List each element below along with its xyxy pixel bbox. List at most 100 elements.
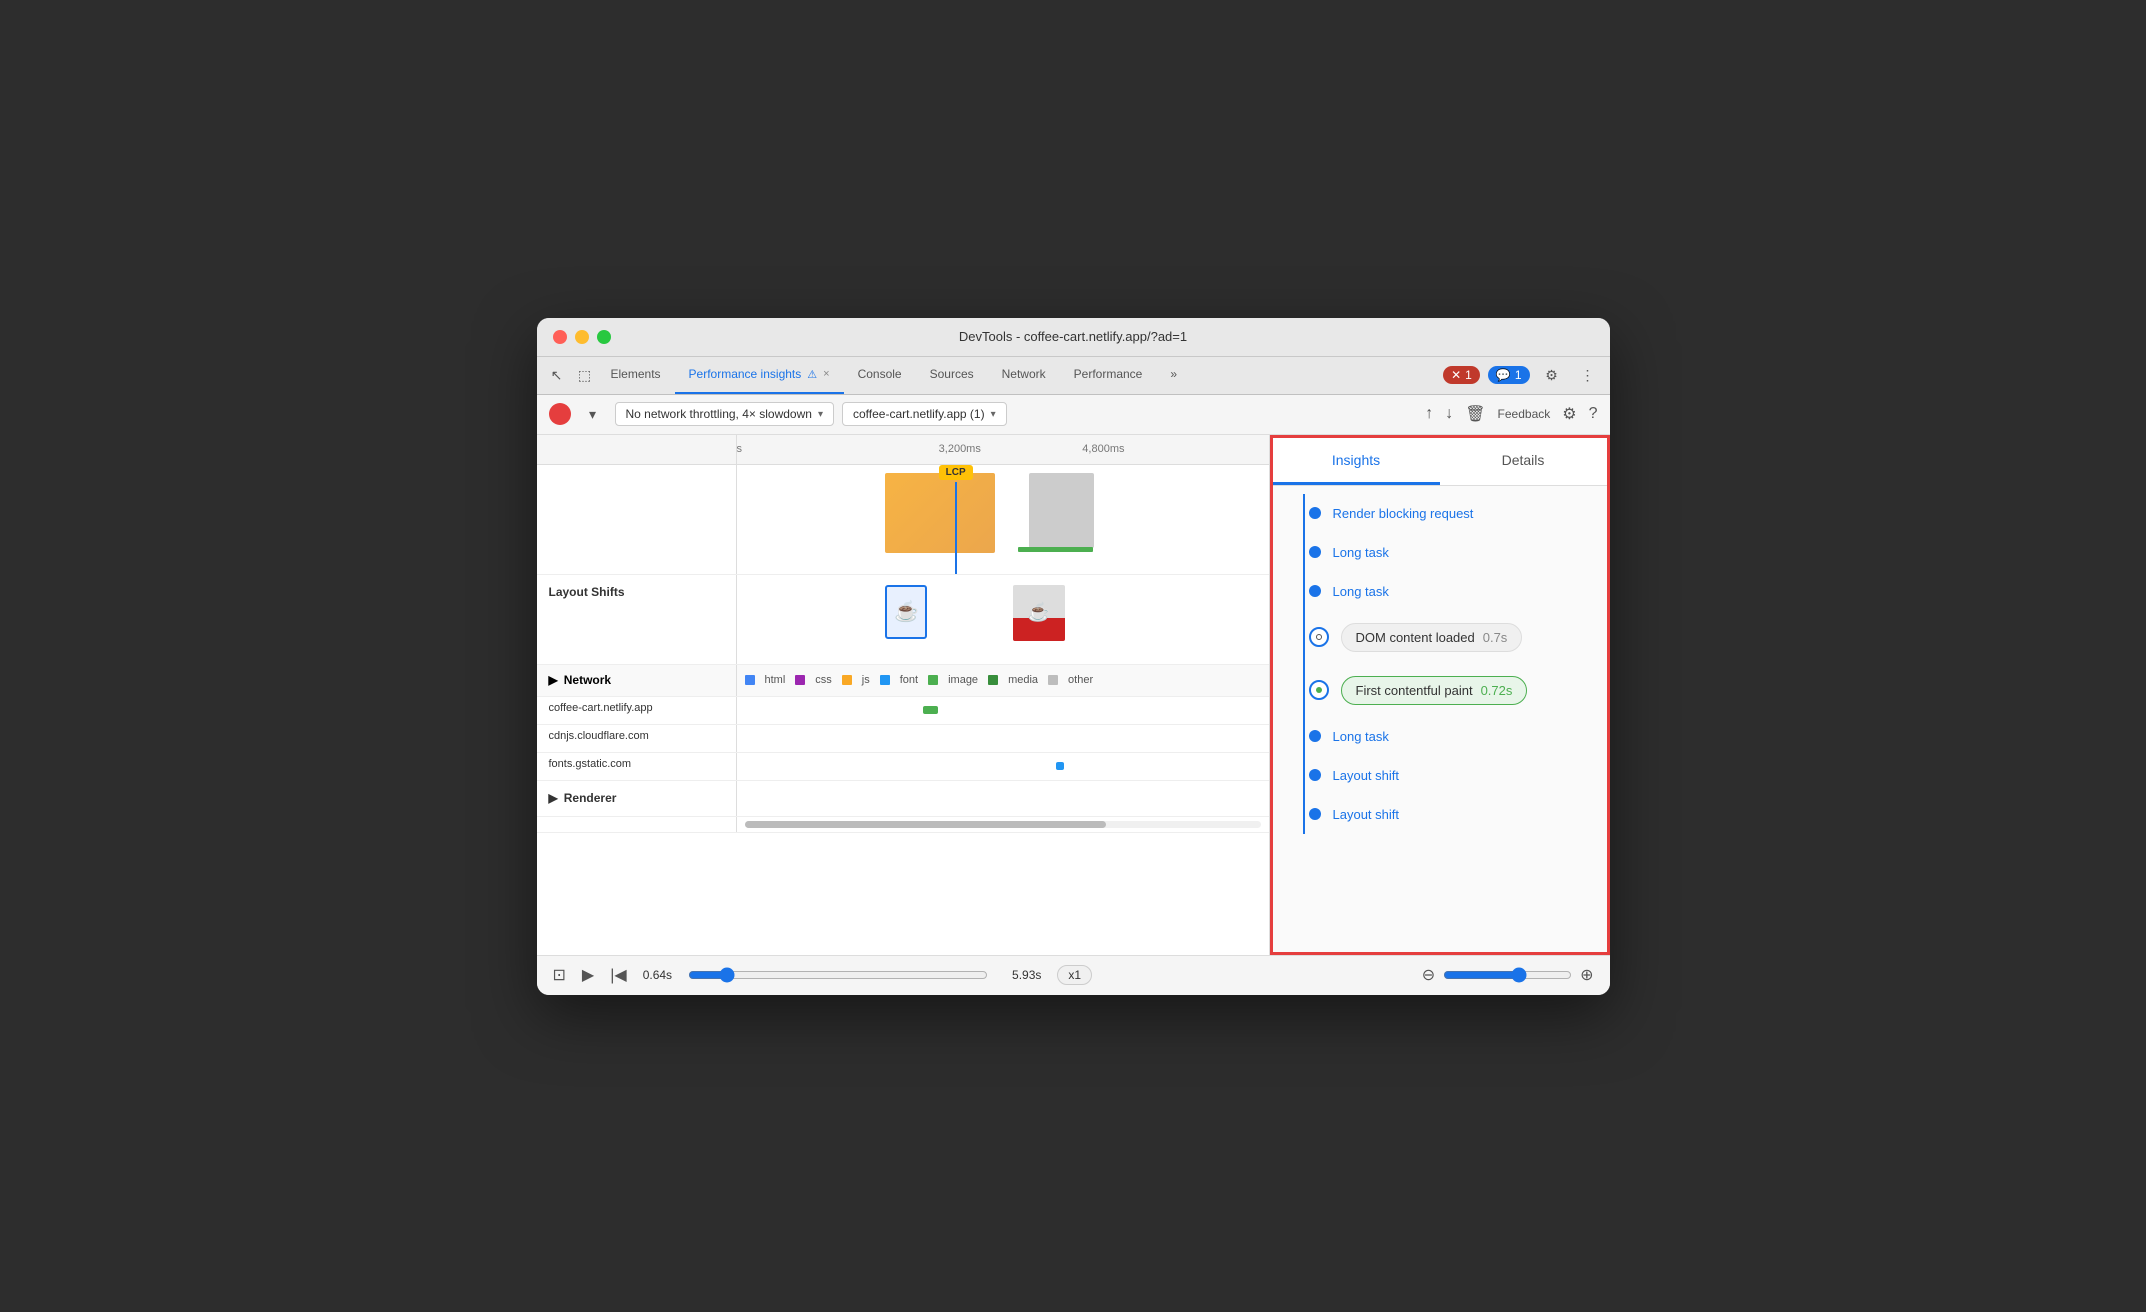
legend-js-dot [842, 675, 852, 685]
window-title: DevTools - coffee-cart.netlify.app/?ad=1 [959, 329, 1187, 344]
insights-tabs: Insights Details [1273, 438, 1607, 486]
upload-icon[interactable]: ↑ [1425, 405, 1433, 423]
tab-insights[interactable]: Insights [1273, 438, 1440, 485]
delete-icon[interactable]: 🗑 [1465, 404, 1485, 424]
green-bar [1018, 547, 1093, 552]
chat-icon: 💬 [1496, 368, 1511, 382]
insight-dot-7 [1309, 769, 1321, 781]
tab-network[interactable]: Network [988, 356, 1060, 394]
tab-elements[interactable]: Elements [597, 356, 675, 394]
timeline-body: LCP Layout Shifts [537, 465, 1269, 955]
minimize-button[interactable] [575, 330, 589, 344]
fcp-value: 0.72s [1481, 683, 1513, 698]
tab-overflow[interactable]: » [1156, 356, 1191, 394]
tab-warning-icon: ⚠ [807, 368, 817, 381]
legend-html-label: html [765, 674, 786, 686]
insight-item-long-task-1: Long task [1293, 533, 1587, 572]
play-icon[interactable]: ▶ [582, 965, 594, 985]
chat-badge[interactable]: 💬 1 [1488, 366, 1530, 384]
insights-timeline-container: Render blocking request Long task Long t… [1273, 494, 1607, 834]
throttle-dropdown[interactable]: No network throttling, 4× slowdown ▾ [615, 402, 834, 426]
network-expand-icon[interactable]: ▶ [549, 673, 558, 687]
time-end: 5.93s [1012, 968, 1041, 982]
fcp-circle-inner [1316, 687, 1322, 693]
insight-item-layout-shift-1: Layout shift [1293, 756, 1587, 795]
cursor-icon[interactable]: ↖ [545, 363, 569, 387]
network-bar-font-1 [1056, 762, 1064, 770]
zoom-slider[interactable] [1443, 967, 1572, 983]
skip-to-start-icon[interactable]: |◀ [610, 965, 626, 985]
scrollbar-track[interactable] [745, 821, 1261, 828]
insight-circle-fcp [1309, 680, 1329, 700]
settings-icon[interactable]: ⚙ [1538, 361, 1566, 389]
legend-other-label: other [1068, 674, 1093, 686]
insights-list: Render blocking request Long task Long t… [1273, 486, 1607, 952]
renderer-label: ▶ Renderer [537, 781, 737, 816]
insight-dot-8 [1309, 808, 1321, 820]
dropdown-arrow-icon[interactable]: ▾ [579, 400, 607, 428]
feedback-link[interactable]: Feedback [1498, 407, 1551, 421]
timeline-scrollbar[interactable] [537, 817, 1269, 833]
layout-shift-1-link[interactable]: Layout shift [1333, 768, 1400, 783]
render-blocking-link[interactable]: Render blocking request [1333, 506, 1474, 521]
screenshot-icon[interactable]: ⊡ [553, 965, 566, 985]
tabs: Elements Performance insights ⚠ × Consol… [597, 356, 1444, 394]
timeline-row-renderer: ▶ Renderer [537, 781, 1269, 817]
network-row-3: fonts.gstatic.com [537, 753, 1269, 781]
download-icon[interactable]: ↓ [1445, 405, 1453, 423]
tab-close-icon[interactable]: × [823, 368, 829, 380]
settings2-icon[interactable]: ⚙ [1562, 404, 1576, 424]
bottom-bar: ⊡ ▶ |◀ 0.64s 5.93s x1 ⊖ ⊕ [537, 955, 1610, 995]
record-button[interactable] [549, 403, 571, 425]
dom-loaded-label: DOM content loaded 0.7s [1341, 623, 1523, 652]
insight-item-fcp: First contentful paint 0.72s [1293, 664, 1587, 717]
ruler-mark-3: 4,800ms [1082, 443, 1124, 455]
scrollbar-label-col [537, 817, 737, 832]
device-icon[interactable]: ⬚ [573, 363, 597, 387]
layout-shift-2-link[interactable]: Layout shift [1333, 807, 1400, 822]
long-task-2-link[interactable]: Long task [1333, 584, 1389, 599]
network-row-2-content [737, 725, 1269, 752]
insights-panel: Insights Details Render blocking request [1270, 435, 1610, 955]
legend-css-dot [795, 675, 805, 685]
maximize-button[interactable] [597, 330, 611, 344]
tab-console[interactable]: Console [844, 356, 916, 394]
scrollbar-thumb[interactable] [745, 821, 1106, 828]
insight-item-layout-shift-2: Layout shift [1293, 795, 1587, 834]
network-legend-items: html css js font image media [737, 670, 1102, 690]
tab-sources[interactable]: Sources [916, 356, 988, 394]
error-badge[interactable]: ✕ 1 [1443, 366, 1480, 384]
tab-performance-insights[interactable]: Performance insights ⚠ × [675, 356, 844, 394]
zoom-out-icon[interactable]: ⊖ [1422, 965, 1435, 985]
ruler-mark-1: s [737, 443, 743, 455]
layout-shifts-content: ☕ ☕ [737, 575, 1269, 664]
timeline-header: s 3,200ms 4,800ms [537, 435, 1269, 465]
more-options-icon[interactable]: ⋮ [1574, 361, 1602, 389]
lcp-badge: LCP [939, 465, 973, 480]
timeline-main-content: LCP [737, 465, 1269, 574]
tab-details[interactable]: Details [1440, 438, 1607, 485]
timeline-row-layout-shifts: Layout Shifts ☕ ☕ [537, 575, 1269, 665]
site-dropdown[interactable]: coffee-cart.netlify.app (1) ▾ [842, 402, 1007, 426]
tab-performance[interactable]: Performance [1060, 356, 1157, 394]
layout-shifts-label: Layout Shifts [537, 575, 737, 664]
long-task-1-link[interactable]: Long task [1333, 545, 1389, 560]
legend-css-label: css [815, 674, 832, 686]
lcp-line [955, 482, 957, 574]
close-button[interactable] [553, 330, 567, 344]
layout-shift-icon-1: ☕ [885, 585, 927, 639]
long-task-3-link[interactable]: Long task [1333, 729, 1389, 744]
help-icon[interactable]: ? [1589, 405, 1598, 423]
insight-item-long-task-2: Long task [1293, 572, 1587, 611]
gray-block [1029, 473, 1094, 548]
network-row-1-label: coffee-cart.netlify.app [537, 697, 737, 724]
network-row-1: coffee-cart.netlify.app [537, 697, 1269, 725]
zoom-in-icon[interactable]: ⊕ [1580, 965, 1593, 985]
renderer-expand-icon[interactable]: ▶ [549, 791, 558, 805]
time-scrubber[interactable] [688, 967, 988, 983]
legend-image-label: image [948, 674, 978, 686]
timeline-row-network-header: ▶ Network html css js font [537, 665, 1269, 697]
timeline-label-col-header [537, 435, 737, 464]
dom-circle-inner [1316, 634, 1322, 640]
network-row-3-content [737, 753, 1269, 780]
